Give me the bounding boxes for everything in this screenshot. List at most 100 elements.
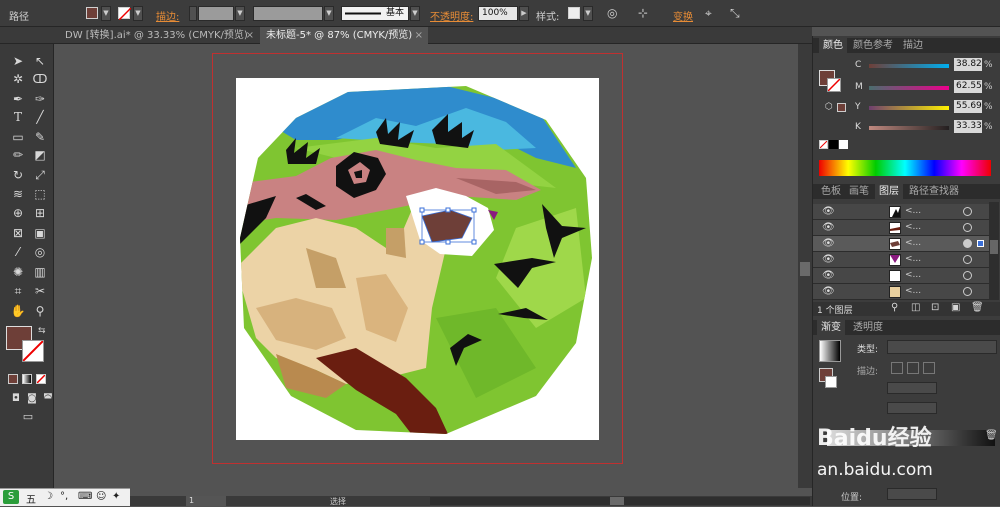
brush-definition-select[interactable]: 基本 (341, 6, 409, 21)
perspective-icon[interactable]: ⊞ (30, 204, 50, 222)
stroke-option-3-icon[interactable] (923, 362, 935, 374)
type-icon[interactable]: T (8, 108, 28, 126)
black-swatch[interactable] (829, 140, 838, 149)
target-icon[interactable] (963, 287, 972, 296)
stroke-weight-dropdown-icon[interactable]: ▼ (235, 6, 245, 21)
canvas-horizontal-scrollbar[interactable] (430, 497, 810, 505)
wrench-icon[interactable]: ✦ (112, 491, 120, 502)
gradient-type-select[interactable] (887, 340, 997, 354)
target-icon[interactable] (963, 271, 972, 280)
canvas-vertical-scrollbar[interactable] (798, 44, 812, 488)
artboard-icon[interactable]: ⌗ (8, 282, 28, 300)
close-icon[interactable]: × (415, 27, 423, 44)
sogou-icon[interactable]: S (3, 490, 19, 504)
lasso-icon[interactable]: ↀ (30, 70, 50, 88)
variable-width-dropdown-icon[interactable]: ▼ (324, 6, 334, 21)
direct-selection-icon[interactable]: ↖ (30, 52, 50, 70)
selected-art-indicator[interactable] (977, 240, 984, 247)
width-icon[interactable]: ≋ (8, 185, 28, 203)
tab-layers[interactable]: 图层 (875, 184, 903, 199)
shape-builder-icon[interactable]: ⊕ (8, 204, 28, 222)
scrollbar-thumb[interactable] (800, 262, 810, 276)
tab-stroke[interactable]: 描边 (899, 38, 927, 53)
moon-icon[interactable]: ☽ (44, 491, 53, 502)
eye-icon[interactable]: 👁 (822, 286, 835, 297)
gradient-aspect-input[interactable] (887, 402, 937, 414)
rotate-icon[interactable]: ↻ (8, 166, 28, 184)
hand-icon[interactable]: ✋ (8, 302, 28, 320)
user-icon[interactable]: ☺ (96, 491, 106, 502)
artboard-number-input[interactable]: 1 (186, 496, 226, 506)
zoom-icon[interactable]: ⚲ (30, 302, 50, 320)
cyan-value[interactable]: 38.82 (954, 58, 982, 71)
magenta-value[interactable]: 62.55 (954, 80, 982, 93)
target-icon[interactable] (963, 239, 972, 248)
eraser-icon[interactable]: ◩ (30, 146, 50, 164)
color-panel-stroke[interactable] (827, 78, 841, 92)
gradient-position-input[interactable] (887, 488, 937, 500)
layer-row[interactable]: 👁 <... (813, 284, 995, 300)
blend-icon[interactable]: ◎ (30, 243, 50, 261)
free-transform-icon[interactable]: ⬚ (30, 185, 50, 203)
opacity-label[interactable]: 不透明度: (430, 8, 473, 23)
isolate-icon[interactable]: ⌖ (705, 6, 712, 21)
slider-black[interactable] (869, 126, 949, 130)
layer-row[interactable]: 👁 <... (813, 204, 995, 220)
gradient-preview[interactable] (819, 340, 841, 362)
new-sublayer-icon[interactable]: ⊡ (931, 302, 939, 313)
none-mode-icon[interactable] (36, 374, 46, 384)
stroke-option-1-icon[interactable] (891, 362, 903, 374)
gradient-icon[interactable]: ▣ (30, 224, 50, 242)
stroke-stepper[interactable] (189, 6, 197, 21)
white-swatch[interactable] (839, 140, 848, 149)
scale-icon[interactable]: ⤢ (30, 166, 50, 184)
stroke-option-2-icon[interactable] (907, 362, 919, 374)
tab-dw-document[interactable]: DW [转换].ai* @ 33.33% (CMYK/预览) × (59, 27, 259, 44)
keyboard-icon[interactable]: ⌨ (78, 491, 92, 502)
opacity-dropdown-icon[interactable]: ▶ (519, 6, 529, 21)
target-icon[interactable] (963, 223, 972, 232)
layer-row[interactable]: 👁 <... (813, 268, 995, 284)
tab-gradient[interactable]: 渐变 (817, 320, 845, 335)
stroke-weight-input[interactable] (198, 6, 234, 21)
slider-magenta[interactable] (869, 86, 949, 90)
tab-color[interactable]: 颜色 (819, 38, 847, 53)
fill-dropdown-icon[interactable]: ▼ (101, 6, 111, 21)
pen-icon[interactable]: ✒ (8, 90, 28, 108)
tab-untitled-5[interactable]: 未标题-5* @ 87% (CMYK/预览) × (260, 27, 428, 44)
target-icon[interactable] (963, 255, 972, 264)
style-dropdown-icon[interactable]: ▼ (583, 6, 593, 21)
recolor-icon[interactable]: ◎ (607, 6, 617, 20)
layer-row-selected[interactable]: 👁 <... (813, 236, 995, 252)
gradient-stroke-icon[interactable] (825, 376, 837, 388)
eye-icon[interactable]: 👁 (822, 270, 835, 281)
swap-colors-icon[interactable]: ⇆ (38, 326, 46, 336)
gradient-angle-input[interactable] (887, 382, 937, 394)
gamut-swatch[interactable] (837, 103, 846, 112)
layer-row[interactable]: 👁 <... (813, 252, 995, 268)
delete-layer-icon[interactable]: 🗑 (971, 302, 984, 313)
eye-icon[interactable]: 👁 (822, 222, 835, 233)
opacity-input[interactable]: 100% (478, 6, 518, 21)
pencil-icon[interactable]: ✏ (8, 146, 28, 164)
slider-yellow[interactable] (869, 106, 949, 110)
magic-wand-icon[interactable]: ✲ (8, 70, 28, 88)
slider-cyan[interactable] (869, 64, 949, 68)
draw-inside-icon[interactable]: ◚ (38, 390, 58, 408)
brush-dropdown-icon[interactable]: ▼ (410, 6, 420, 21)
eye-icon[interactable]: 👁 (822, 254, 835, 265)
scrollbar-thumb[interactable] (610, 497, 624, 505)
layer-row[interactable]: 👁 <... (813, 220, 995, 236)
eye-icon[interactable]: 👁 (822, 206, 835, 217)
slice-icon[interactable]: ✂ (30, 282, 50, 300)
scrollbar-thumb[interactable] (990, 240, 998, 254)
transform-label[interactable]: 变换 (673, 8, 693, 23)
tab-pathfinder[interactable]: 路径查找器 (905, 184, 963, 199)
eye-icon[interactable]: 👁 (822, 238, 835, 249)
yellow-value[interactable]: 55.69 (954, 100, 982, 113)
stroke-dropdown-icon[interactable]: ▼ (133, 6, 143, 21)
rectangle-icon[interactable]: ▭ (8, 128, 28, 146)
style-swatch[interactable] (568, 7, 580, 19)
punctuation-icon[interactable]: °, (60, 491, 68, 502)
artwork-illustration[interactable] (236, 78, 599, 440)
